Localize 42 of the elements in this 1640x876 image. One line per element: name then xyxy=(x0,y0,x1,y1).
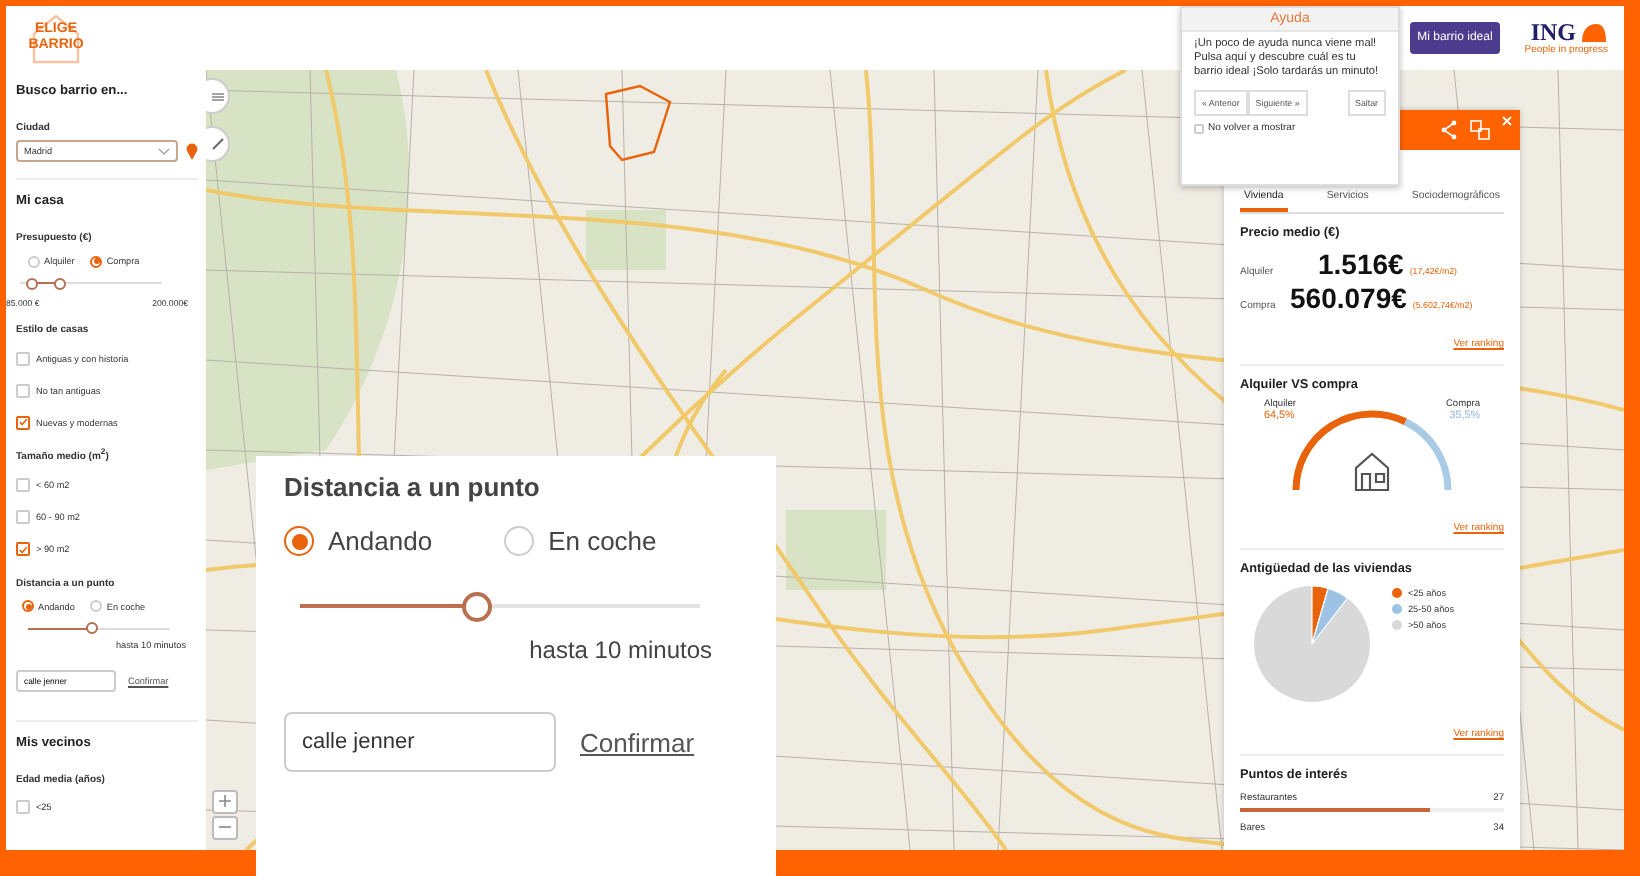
house-icon xyxy=(1354,452,1390,492)
slider-thumb[interactable] xyxy=(25,277,38,289)
compare-icon[interactable] xyxy=(1470,120,1490,140)
location-pin-icon[interactable] xyxy=(186,142,198,160)
zoom-in-button[interactable] xyxy=(212,790,238,814)
slider-thumb[interactable] xyxy=(53,277,66,289)
address-field[interactable]: calle jenner xyxy=(284,712,556,772)
close-icon[interactable] xyxy=(1502,116,1512,126)
pie-chart-drawing xyxy=(1254,585,1370,702)
radio-button[interactable] xyxy=(28,255,40,267)
checkbox[interactable] xyxy=(16,542,30,557)
distance-reading: hasta 10 minutos xyxy=(527,636,712,664)
radio-label: Andando xyxy=(328,526,433,556)
chevron-down-icon xyxy=(158,147,170,155)
checkbox[interactable] xyxy=(16,351,30,365)
checkbox[interactable] xyxy=(16,478,30,493)
checkbox[interactable] xyxy=(16,383,30,397)
highlighted-district-outline xyxy=(604,84,672,162)
gauge-buy-arc xyxy=(1403,418,1452,491)
magnified-title: Distancia a un punto xyxy=(284,472,542,502)
radio-button[interactable] xyxy=(284,526,314,556)
radio-label: En coche xyxy=(548,526,657,556)
checkbox[interactable] xyxy=(16,800,30,815)
checkbox[interactable] xyxy=(16,510,30,525)
zoom-out-button[interactable] xyxy=(212,816,238,840)
radio-button[interactable] xyxy=(22,600,34,613)
house-outline-icon xyxy=(30,12,82,64)
radio-button[interactable] xyxy=(504,526,535,556)
radio-button[interactable] xyxy=(90,600,103,613)
price-value: 1.516€ xyxy=(1318,248,1404,280)
slider-thumb[interactable] xyxy=(85,622,98,635)
checkbox[interactable] xyxy=(16,415,30,429)
checkbox[interactable] xyxy=(1194,123,1204,133)
confirm-link[interactable]: Confirmar xyxy=(580,727,695,757)
slider-thumb[interactable] xyxy=(462,592,492,622)
layers-icon xyxy=(212,91,224,101)
plus-icon xyxy=(218,793,232,807)
price-value: 560.079€ xyxy=(1290,282,1407,314)
brand-name: ING xyxy=(1530,20,1576,44)
pencil-icon xyxy=(212,138,224,150)
radio-button[interactable] xyxy=(90,255,103,267)
share-icon[interactable] xyxy=(1440,120,1458,140)
